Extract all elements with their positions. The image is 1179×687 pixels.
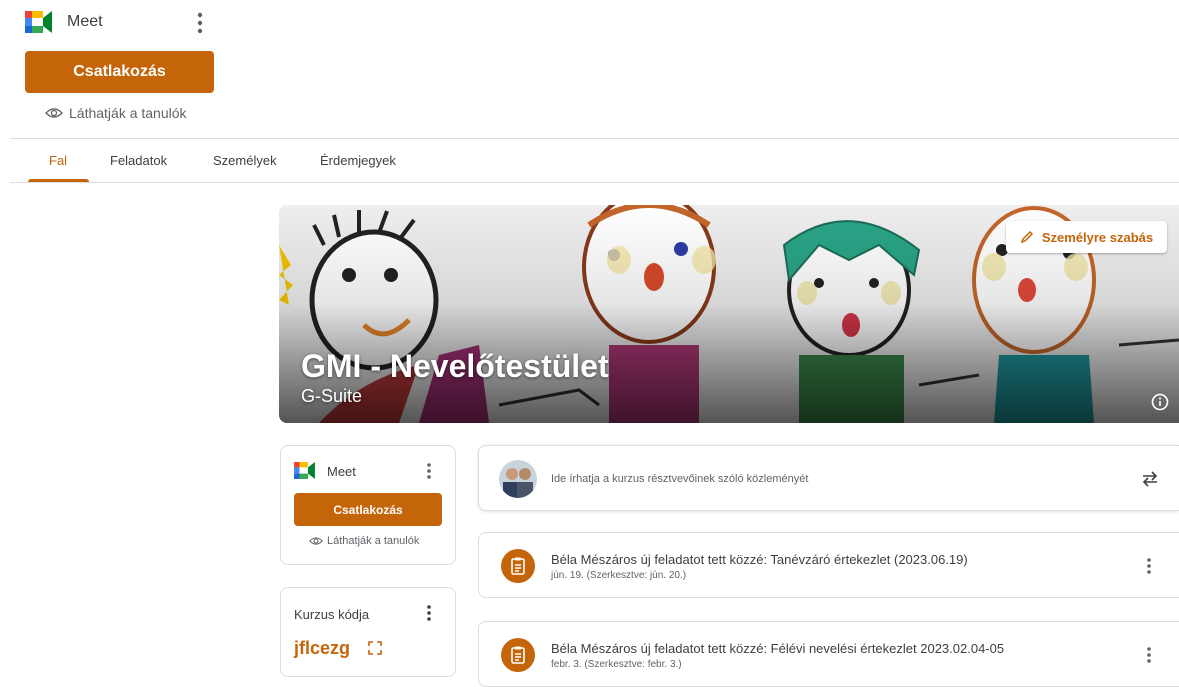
customize-button[interactable]: Személyre szabás: [1006, 221, 1167, 253]
divider: [10, 138, 1179, 139]
class-section: G-Suite: [301, 386, 363, 406]
announcement-composer[interactable]: Ide írhatja a kurzus résztvevőinek szóló…: [478, 445, 1179, 511]
tab-grades[interactable]: Érdemjegyek: [320, 153, 396, 168]
stream-post[interactable]: Béla Mészáros új feladatot tett közzé: F…: [478, 621, 1179, 687]
more-options-icon[interactable]: [1141, 645, 1157, 665]
class-title: GMI - Nevelőtestület: [301, 348, 609, 384]
meet-card: Meet Csatlakozás Láthatják a tanulók: [280, 445, 456, 565]
stream-post[interactable]: Béla Mészáros új feladatot tett közzé: T…: [478, 532, 1179, 598]
class-code-title: Kurzus kódja: [294, 607, 370, 622]
assignment-icon: [501, 549, 535, 583]
post-date: febr. 3. (Szerkesztve: febr. 3.): [551, 659, 682, 670]
meet-logo-icon: [25, 11, 52, 33]
meet-logo-icon: [294, 462, 315, 479]
eye-icon: [45, 108, 63, 118]
customize-label: Személyre szabás: [1041, 229, 1154, 245]
class-code: jflcezg: [294, 638, 351, 658]
assignment-icon: [501, 638, 535, 672]
tab-people[interactable]: Személyek: [213, 153, 277, 168]
more-options-icon[interactable]: [421, 461, 437, 481]
pencil-icon: [1020, 230, 1033, 244]
more-options-icon[interactable]: [1141, 556, 1157, 576]
visibility-note: Láthatják a tanulók: [45, 105, 187, 121]
avatar: [499, 460, 537, 498]
tab-stream[interactable]: Fal: [49, 153, 67, 168]
more-options-icon[interactable]: [190, 10, 210, 36]
more-options-icon[interactable]: [421, 603, 437, 623]
post-title: Béla Mészáros új feladatot tett közzé: F…: [551, 641, 1005, 656]
post-title: Béla Mészáros új feladatot tett közzé: T…: [551, 552, 968, 567]
info-icon[interactable]: [1151, 393, 1169, 411]
eye-icon: [309, 537, 323, 545]
divider: [10, 182, 1179, 183]
announcement-placeholder: Ide írhatja a kurzus résztvevőinek szóló…: [551, 473, 809, 485]
meet-title: Meet: [67, 13, 103, 30]
meet-card-title: Meet: [327, 464, 356, 479]
join-meet-button[interactable]: Csatlakozás: [25, 51, 214, 93]
fullscreen-icon[interactable]: [368, 641, 382, 655]
reuse-post-icon[interactable]: [1139, 468, 1161, 490]
join-meet-button[interactable]: Csatlakozás: [294, 493, 442, 526]
visibility-note: Láthatják a tanulók: [309, 535, 419, 547]
post-date: jún. 19. (Szerkesztve: jún. 20.): [551, 570, 687, 581]
class-code-card: Kurzus kódja jflcezg: [280, 587, 456, 677]
tab-classwork[interactable]: Feladatok: [110, 153, 167, 168]
visibility-label: Láthatják a tanulók: [69, 105, 187, 121]
visibility-label: Láthatják a tanulók: [327, 535, 420, 547]
